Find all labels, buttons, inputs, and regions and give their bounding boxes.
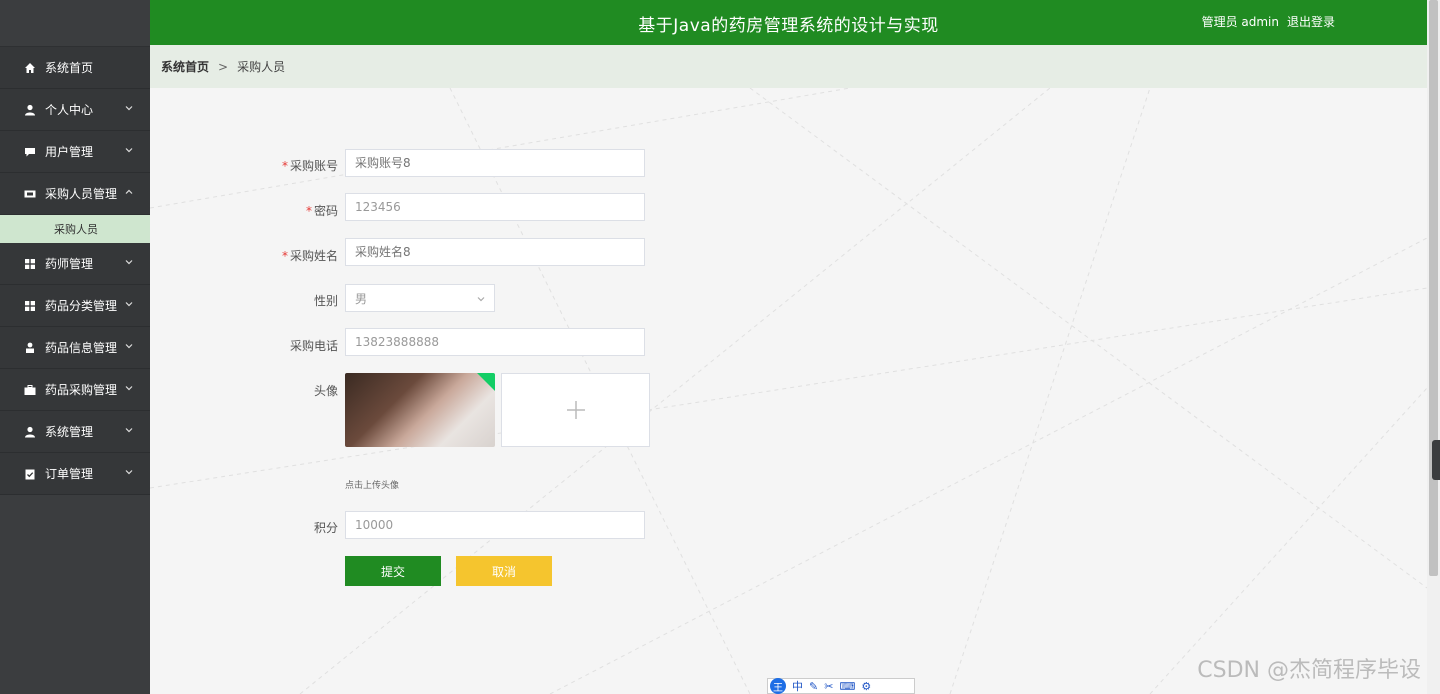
chat-icon	[23, 145, 37, 159]
phone-label: 采购电话	[289, 339, 338, 353]
name-label: * 采购姓名	[281, 249, 338, 263]
password-input[interactable]: 123456	[345, 193, 645, 221]
points-input[interactable]: 10000	[345, 511, 645, 539]
ime-mode[interactable]: 中	[792, 678, 803, 694]
ime-logo: 王	[770, 678, 786, 694]
sidebar-item-purchaser-mgmt[interactable]: 采购人员管理	[0, 173, 150, 215]
breadcrumb-separator: >	[218, 59, 229, 74]
sidebar-item-drug-info[interactable]: 药品信息管理	[0, 327, 150, 369]
grid-icon	[23, 299, 37, 313]
user-icon	[23, 425, 37, 439]
cancel-button[interactable]: 取消	[456, 556, 552, 586]
keyboard-icon[interactable]: ⌨	[839, 680, 855, 693]
scrollbar-thumb[interactable]	[1429, 0, 1438, 576]
main-content: *采购账号 *密码 123456 *采购姓名 性别 男 采购电话 1382388…	[150, 88, 1427, 694]
chevron-down-icon	[125, 260, 133, 265]
uploaded-badge	[477, 373, 495, 391]
grid-icon	[23, 257, 37, 271]
chevron-down-icon	[125, 386, 133, 391]
account-label: * 采购账号	[281, 159, 338, 173]
sidebar-item-label: 药品信息管理	[45, 341, 118, 355]
briefcase-icon	[23, 383, 37, 397]
current-user: 管理员 admin	[1201, 15, 1279, 29]
pen-icon[interactable]: ✎	[809, 680, 818, 693]
sidebar: 系统首页 个人中心 用户管理 采购人员管理 采购人员 药师管理 药品分类管理 药…	[0, 0, 150, 694]
avatar-upload-button[interactable]	[501, 373, 650, 447]
background-pattern	[150, 88, 1427, 694]
sidebar-item-label: 系统首页	[45, 61, 94, 75]
sidebar-item-label: 药师管理	[45, 257, 94, 271]
breadcrumb-current: 采购人员	[237, 60, 286, 74]
sidebar-item-orders[interactable]: 订单管理	[0, 453, 150, 495]
sidebar-item-label: 药品采购管理	[45, 383, 118, 397]
chevron-up-icon	[125, 189, 133, 194]
plus-icon	[566, 401, 585, 419]
top-header: 基于Java的药房管理系统的设计与实现 管理员 admin 退出登录	[150, 0, 1427, 45]
breadcrumb-home[interactable]: 系统首页	[161, 58, 209, 75]
sidebar-item-label: 用户管理	[45, 145, 94, 159]
settings-icon[interactable]: ⚙	[861, 680, 871, 693]
user-icon	[23, 103, 37, 117]
home-icon	[23, 61, 37, 75]
vertical-scrollbar[interactable]	[1427, 0, 1440, 694]
avatar-preview[interactable]	[345, 373, 495, 447]
avatar-label: 头像	[313, 384, 338, 398]
sidebar-item-label: 系统管理	[45, 425, 94, 439]
sidebar-item-label: 订单管理	[45, 467, 94, 481]
chevron-down-icon	[125, 148, 133, 153]
sidebar-item-drug-purchase[interactable]: 药品采购管理	[0, 369, 150, 411]
sidebar-item-personal[interactable]: 个人中心	[0, 89, 150, 131]
sidebar-logo-area	[0, 0, 150, 47]
breadcrumb: 系统首页 > 采购人员	[150, 45, 1427, 88]
sidebar-subitem-purchaser[interactable]: 采购人员	[0, 215, 150, 243]
sidebar-item-users[interactable]: 用户管理	[0, 131, 150, 173]
sidebar-item-label: 个人中心	[45, 103, 94, 117]
sidebar-item-system[interactable]: 系统管理	[0, 411, 150, 453]
submit-button[interactable]: 提交	[345, 556, 441, 586]
points-label: 积分	[313, 521, 338, 535]
sidebar-item-label: 药品分类管理	[45, 299, 118, 313]
upload-hint: 点击上传头像	[345, 481, 400, 491]
name-input[interactable]	[345, 238, 645, 266]
sidebar-item-home[interactable]: 系统首页	[0, 47, 150, 89]
sidebar-item-drug-category[interactable]: 药品分类管理	[0, 285, 150, 327]
chevron-down-icon	[125, 106, 133, 111]
account-input[interactable]	[345, 149, 645, 177]
watermark: CSDN @杰简程序毕设	[1197, 658, 1421, 683]
person-icon	[23, 341, 37, 355]
chevron-down-icon	[125, 428, 133, 433]
side-tab[interactable]	[1432, 440, 1440, 480]
chevron-down-icon	[125, 344, 133, 349]
card-icon	[23, 187, 37, 201]
gender-value: 男	[355, 291, 368, 306]
chevron-down-icon	[125, 302, 133, 307]
phone-input[interactable]: 13823888888	[345, 328, 645, 356]
clipboard-icon	[23, 467, 37, 481]
scissors-icon[interactable]: ✂	[824, 680, 833, 693]
chevron-down-icon	[477, 297, 485, 302]
sidebar-item-label: 采购人员管理	[45, 187, 118, 201]
gender-select[interactable]: 男	[345, 284, 495, 312]
password-label: * 密码	[305, 204, 338, 218]
chevron-down-icon	[125, 470, 133, 475]
sidebar-item-pharmacist[interactable]: 药师管理	[0, 243, 150, 285]
ime-toolbar[interactable]: 王 中 ✎ ✂ ⌨ ⚙	[767, 678, 915, 694]
gender-label: 性别	[313, 294, 338, 308]
logout-link[interactable]: 退出登录	[1287, 13, 1335, 30]
